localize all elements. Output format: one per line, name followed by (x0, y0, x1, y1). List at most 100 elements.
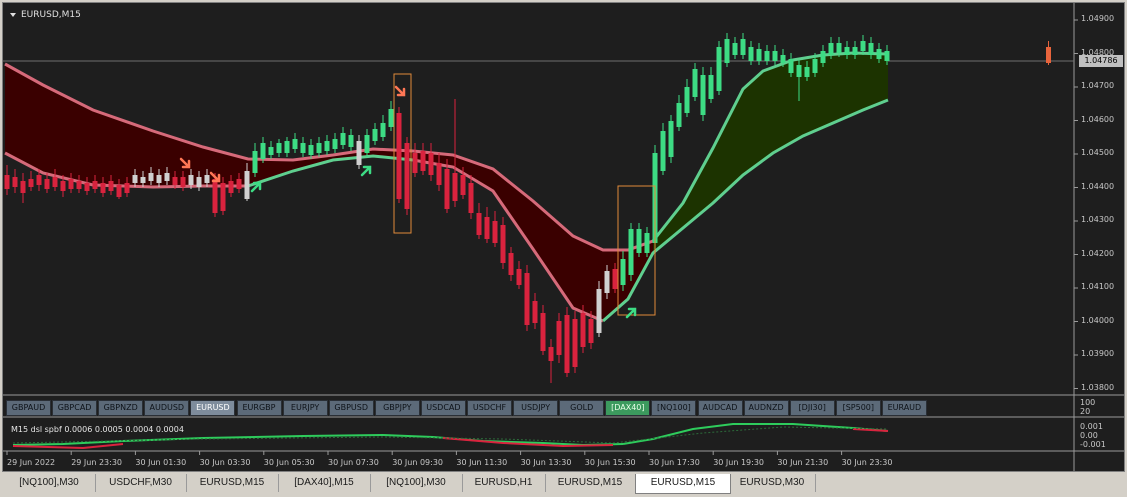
candle-body (268, 147, 274, 155)
candle-body (524, 273, 530, 325)
candle-body (772, 51, 778, 61)
candle-body (396, 113, 402, 199)
symbol-button-dax40[interactable]: [DAX40] (605, 400, 651, 416)
chart-tab[interactable]: [NQ100],M30 (370, 474, 463, 492)
time-tick-label: 30 Jun 07:30 (328, 458, 379, 467)
candle-body (388, 109, 394, 127)
candle-body (572, 319, 578, 367)
candle-body (380, 123, 386, 137)
symbol-button-eurjpy[interactable]: EURJPY (282, 400, 328, 416)
current-price-label: 1.04786 (1079, 55, 1123, 67)
candle-body (508, 253, 514, 275)
candle-body (292, 139, 298, 149)
price-tick-label: 1.04600 (1081, 114, 1115, 124)
candle-body (436, 163, 442, 185)
candle-body (852, 47, 858, 55)
indicator-line-bear-c (852, 428, 889, 432)
candle-body (604, 271, 610, 293)
chart-window[interactable]: EURUSD,M15 1.04786 1.04900 1.04800 1.04700… (2, 2, 1125, 472)
candle-body (100, 183, 106, 193)
candle-body (212, 179, 218, 213)
time-tick-label: 30 Jun 15:30 (584, 458, 636, 467)
chart-tab[interactable]: EURUSD,M15 (545, 474, 636, 492)
candle-body (236, 179, 242, 189)
candle-body (756, 49, 762, 61)
candle-body (228, 181, 234, 193)
symbol-button-eurusd[interactable]: EURUSD (190, 400, 236, 416)
symbol-panel-scale-bottom: 20 (1080, 407, 1091, 416)
candle-body (4, 175, 10, 189)
candle-body (204, 175, 210, 183)
chart-tab[interactable]: EURUSD,M30 (729, 474, 816, 492)
symbol-button-gbpusd[interactable]: GBPUSD (328, 400, 374, 416)
candle-body (148, 173, 154, 181)
candle-body (812, 59, 818, 73)
symbol-button-gbpjpy[interactable]: GBPJPY (374, 400, 420, 416)
candle-body (468, 183, 474, 213)
candle-body (36, 175, 42, 185)
candle-body (828, 43, 834, 55)
candle-body (12, 177, 18, 187)
candle-body (28, 179, 34, 187)
candle-body (820, 51, 826, 63)
symbol-button-audcad[interactable]: AUDCAD (697, 400, 743, 416)
indicator-label: M15 dsl spbf 0.0006 0.0005 0.0004 0.0004 (11, 425, 184, 434)
chart-tab[interactable]: [DAX40],M15 (278, 474, 371, 492)
symbol-button-gbpnzd[interactable]: GBPNZD (98, 400, 144, 416)
symbol-button-gbpcad[interactable]: GBPCAD (52, 400, 98, 416)
price-tick-label: 1.04400 (1081, 181, 1115, 191)
candle-body (332, 139, 338, 149)
candle-body (52, 177, 58, 187)
candle-body (548, 347, 554, 361)
symbol-button-usdchf[interactable]: USDCHF (467, 400, 512, 416)
symbol-button-gold[interactable]: GOLD (559, 400, 605, 416)
symbol-button-euraud[interactable]: EURAUD (881, 400, 927, 416)
chart-tab[interactable]: [NQ100],M30 (3, 474, 96, 492)
symbol-button-eurgbp[interactable]: EURGBP (236, 400, 282, 416)
time-tick-label: 30 Jun 23:30 (841, 458, 893, 467)
indicator-tick-bottom: -0.001 (1080, 440, 1106, 449)
symbol-button-sp500[interactable]: [SP500] (835, 400, 881, 416)
candle-body (876, 49, 882, 59)
candle-body (372, 129, 378, 141)
price-tick-label: 1.04200 (1081, 248, 1115, 258)
chart-tab[interactable]: USDCHF,M30 (95, 474, 187, 492)
candle-body (484, 217, 490, 239)
candle-body (20, 181, 26, 193)
candle-body (308, 145, 314, 155)
candle-body (796, 65, 802, 77)
candle-body (476, 213, 482, 235)
symbol-button-usdjpy[interactable]: USDJPY (513, 400, 559, 416)
candle-body (444, 169, 450, 209)
price-tick-label: 1.03900 (1081, 349, 1115, 358)
candle-body (764, 51, 770, 61)
candle-body (92, 181, 98, 189)
symbol-button-usdcad[interactable]: USDCAD (420, 400, 466, 416)
price-tick-label: 1.03800 (1081, 382, 1115, 392)
candle-body (420, 151, 426, 171)
chart-tab[interactable]: EURUSD,M15 (186, 474, 279, 492)
candle-body (196, 177, 202, 187)
time-tick-label: 30 Jun 09:30 (392, 458, 444, 467)
candle-body (732, 43, 738, 55)
price-tick-label: 1.04700 (1081, 81, 1115, 90)
candle-body (868, 43, 874, 55)
trading-terminal: EURUSD,M15 1.04786 1.04900 1.04800 1.04700… (0, 0, 1127, 497)
chart-title: EURUSD,M15 (21, 10, 81, 20)
candle-body (612, 269, 618, 289)
candle-body (660, 131, 666, 171)
symbol-button-gbpaud[interactable]: GBPAUD (6, 400, 51, 416)
candle-body (676, 103, 682, 127)
symbol-button-audnzd[interactable]: AUDNZD (743, 400, 789, 416)
symbol-button-dji30[interactable]: [DJI30] (789, 400, 835, 416)
symbol-button-nq100[interactable]: [NQ100] (651, 400, 697, 416)
chart-menu-arrow-icon[interactable] (10, 13, 16, 17)
candle-body (788, 59, 794, 73)
symbol-button-audusd[interactable]: AUDUSD (144, 400, 190, 416)
candle-body (348, 135, 354, 147)
candle-body (260, 143, 266, 159)
chart-tab[interactable]: EURUSD,M15 (635, 474, 731, 494)
candle-body (284, 141, 290, 153)
candle-body (644, 233, 650, 253)
chart-tab[interactable]: EURUSD,H1 (462, 474, 546, 492)
